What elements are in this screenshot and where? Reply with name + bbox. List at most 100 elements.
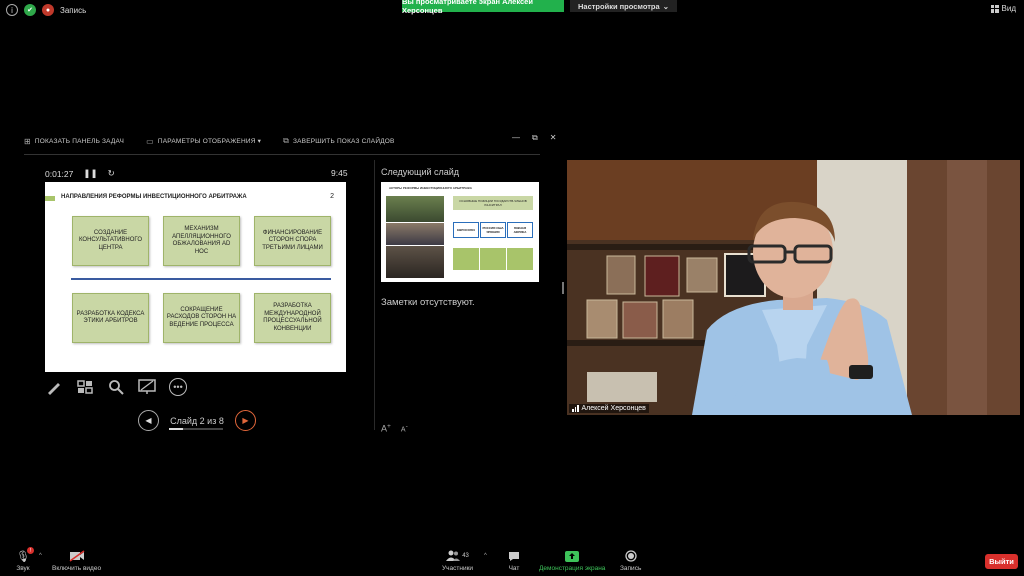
next-slide-title: АКТОРЫ РЕФОРМЫ ИНВЕСТИЦИОННОГО АРБИТРАЖА bbox=[389, 186, 472, 190]
audio-button[interactable]: 🎙︎! Звук bbox=[16, 547, 34, 572]
end-show-icon: ⧉ bbox=[283, 136, 289, 145]
top-left-controls: i ✔ ● Запись bbox=[6, 4, 86, 16]
leave-button[interactable]: Выйти bbox=[985, 554, 1018, 569]
view-label: Вид bbox=[1001, 4, 1016, 13]
record-icon bbox=[625, 549, 637, 563]
share-screen-icon bbox=[565, 549, 580, 563]
next-slide-photo bbox=[386, 223, 444, 245]
slide-separator bbox=[71, 278, 331, 280]
taskbar-icon: ⊞ bbox=[24, 136, 31, 146]
slide-box: ФИНАНСИРОВАНИЕ СТОРОН СПОРА ТРЕТЬИМИ ЛИЦ… bbox=[254, 216, 331, 266]
participant-video[interactable]: Алексей Херсонцев bbox=[567, 160, 1020, 415]
share-screen-button[interactable]: Демонстрация экрана bbox=[539, 549, 605, 572]
video-feed-image bbox=[567, 160, 1020, 415]
close-icon[interactable]: ✕ bbox=[550, 133, 557, 143]
screen-share-banner: Вы просматриваете экран Алексей Херсонце… bbox=[402, 0, 564, 15]
slide-box: СОЗДАНИЕ КОНСУЛЬТАТИВНОГО ЦЕНТРА bbox=[72, 216, 149, 266]
slide-box: СОКРАЩЕНИЕ РАСХОДОВ СТОРОН НА ВЕДЕНИЕ ПР… bbox=[163, 293, 240, 343]
view-settings-button[interactable]: Настройки просмотра ⌄ bbox=[570, 0, 677, 12]
display-settings-button[interactable]: ▭ ПАРАМЕТРЫ ОТОБРАЖЕНИЯ ▾ bbox=[146, 137, 261, 146]
show-taskbar-button[interactable]: ⊞ ПОКАЗАТЬ ПАНЕЛЬ ЗАДАЧ bbox=[24, 137, 124, 146]
record-button[interactable]: Запись bbox=[620, 549, 641, 572]
audio-options-caret[interactable]: ^ bbox=[39, 553, 42, 559]
slide-accent-bar bbox=[45, 196, 55, 201]
chat-button[interactable]: Чат bbox=[508, 549, 520, 572]
next-slide-preview[interactable]: АКТОРЫ РЕФОРМЫ ИНВЕСТИЦИОННОГО АРБИТРАЖА… bbox=[381, 182, 539, 282]
restore-icon[interactable]: ⧉ bbox=[532, 133, 538, 143]
slide-progress-bar bbox=[169, 428, 223, 430]
start-video-label: Включить видео bbox=[52, 565, 102, 572]
next-slide-blue-box: ЕВРОСОЮЗ bbox=[453, 222, 479, 238]
black-screen-icon[interactable] bbox=[138, 378, 156, 396]
previous-slide-button[interactable]: ◀ bbox=[138, 410, 159, 431]
chevron-down-icon: ⌄ bbox=[662, 1, 669, 11]
next-slide-photo bbox=[386, 246, 444, 278]
next-slide-label: Следующий слайд bbox=[381, 167, 460, 177]
participants-options-caret[interactable]: ^ bbox=[484, 553, 487, 559]
increase-font-button[interactable]: A+ bbox=[381, 423, 391, 434]
current-slide[interactable]: НАПРАВЛЕНИЯ РЕФОРМЫ ИНВЕСТИЦИОННОГО АРБИ… bbox=[45, 182, 346, 372]
end-slideshow-button[interactable]: ⧉ ЗАВЕРШИТЬ ПОКАЗ СЛАЙДОВ bbox=[283, 136, 395, 146]
notes-font-controls: A+ A- bbox=[381, 423, 408, 434]
slide-box: РАЗРАБОТКА КОДЕКСА ЭТИКИ АРБИТРОВ bbox=[72, 293, 149, 343]
annotation-tools: ••• bbox=[45, 378, 187, 396]
decrease-font-button[interactable]: A- bbox=[401, 423, 408, 434]
slide-title: НАПРАВЛЕНИЯ РЕФОРМЫ ИНВЕСТИЦИОННОГО АРБИ… bbox=[61, 194, 247, 200]
see-all-slides-icon[interactable] bbox=[76, 378, 94, 396]
next-slide-green-box bbox=[453, 248, 479, 270]
display-settings-label: ПАРАМЕТРЫ ОТОБРАЖЕНИЯ ▾ bbox=[157, 138, 262, 145]
view-settings-label: Настройки просмотра bbox=[578, 1, 660, 11]
video-off-icon bbox=[69, 549, 85, 563]
grid-view-icon bbox=[990, 4, 999, 13]
zoom-icon[interactable] bbox=[107, 378, 125, 396]
monitor-icon: ▭ bbox=[146, 136, 154, 146]
next-slide-green-box bbox=[507, 248, 533, 270]
presenter-toolbar: ⊞ ПОКАЗАТЬ ПАНЕЛЬ ЗАДАЧ ▭ ПАРАМЕТРЫ ОТОБ… bbox=[24, 136, 395, 146]
start-video-button[interactable]: Включить видео bbox=[52, 549, 101, 572]
participant-name: Алексей Херсонцев bbox=[581, 405, 646, 412]
slide-box: МЕХАНИЗМ АПЕЛЛЯЦИОННОГО ОБЖАЛОВАНИЯ AD H… bbox=[163, 216, 240, 266]
panel-divider bbox=[374, 160, 375, 430]
participants-icon: 43 bbox=[446, 549, 469, 563]
pen-icon[interactable] bbox=[45, 378, 63, 396]
chat-icon bbox=[508, 549, 520, 563]
panel-resize-handle[interactable] bbox=[562, 282, 564, 294]
pause-icon[interactable]: ❚❚ bbox=[83, 168, 97, 179]
slide-number: 2 bbox=[330, 193, 334, 200]
next-slide-button[interactable]: ▶ bbox=[235, 410, 256, 431]
participants-count: 43 bbox=[462, 553, 469, 559]
restart-timer-icon[interactable]: ↻ bbox=[108, 168, 115, 179]
chat-label: Чат bbox=[508, 565, 520, 572]
participant-name-tag: Алексей Херсонцев bbox=[569, 404, 649, 413]
microphone-icon: 🎙︎! bbox=[16, 547, 34, 563]
warning-badge: ! bbox=[26, 547, 34, 554]
share-screen-label: Демонстрация экрана bbox=[539, 565, 606, 572]
clock: 9:45 bbox=[331, 168, 348, 178]
slide-progress-fill bbox=[169, 428, 183, 430]
show-taskbar-label: ПОКАЗАТЬ ПАНЕЛЬ ЗАДАЧ bbox=[34, 137, 125, 145]
info-icon[interactable]: i bbox=[6, 4, 18, 16]
signal-strength-icon bbox=[572, 405, 579, 412]
next-slide-top-box: ОСНОВНЫЕ ПОЗИЦИИ ГОСУДАРСТВ-ЧЛЕНОВ ЮНСИТ… bbox=[453, 196, 533, 210]
speaker-notes[interactable]: Заметки отсутствуют. bbox=[381, 297, 475, 308]
view-button[interactable]: Вид bbox=[990, 4, 1016, 13]
next-slide-green-box bbox=[480, 248, 506, 270]
more-options-icon[interactable]: ••• bbox=[169, 378, 187, 396]
slide-counter: Слайд 2 из 8 bbox=[170, 415, 224, 426]
audio-label: Звук bbox=[16, 565, 30, 572]
end-slideshow-label: ЗАВЕРШИТЬ ПОКАЗ СЛАЙДОВ bbox=[293, 137, 395, 145]
elapsed-time: 0:01:27 bbox=[45, 168, 74, 179]
next-slide-blue-box: ЮЖНАЯ АФРИКА bbox=[507, 222, 533, 238]
participants-label: Участники bbox=[442, 565, 474, 572]
slide-box: РАЗРАБОТКА МЕЖДУНАРОДНОЙ ПРОЦЕССУАЛЬНОЙ … bbox=[254, 293, 331, 343]
participants-button[interactable]: 43 Участники bbox=[442, 549, 473, 572]
recording-label: Запись bbox=[60, 5, 87, 15]
toolbar-divider bbox=[24, 154, 540, 155]
recording-icon: ● bbox=[42, 4, 54, 16]
minimize-icon[interactable]: — bbox=[512, 133, 520, 143]
encryption-shield-icon[interactable]: ✔ bbox=[24, 4, 36, 16]
record-label: Запись bbox=[620, 565, 642, 572]
next-slide-photo bbox=[386, 196, 444, 222]
next-slide-blue-box: РОССИЯ США ЯПОНИЯ bbox=[480, 222, 506, 238]
slideshow-timer: 0:01:27 ❚❚ ↻ bbox=[45, 168, 115, 179]
